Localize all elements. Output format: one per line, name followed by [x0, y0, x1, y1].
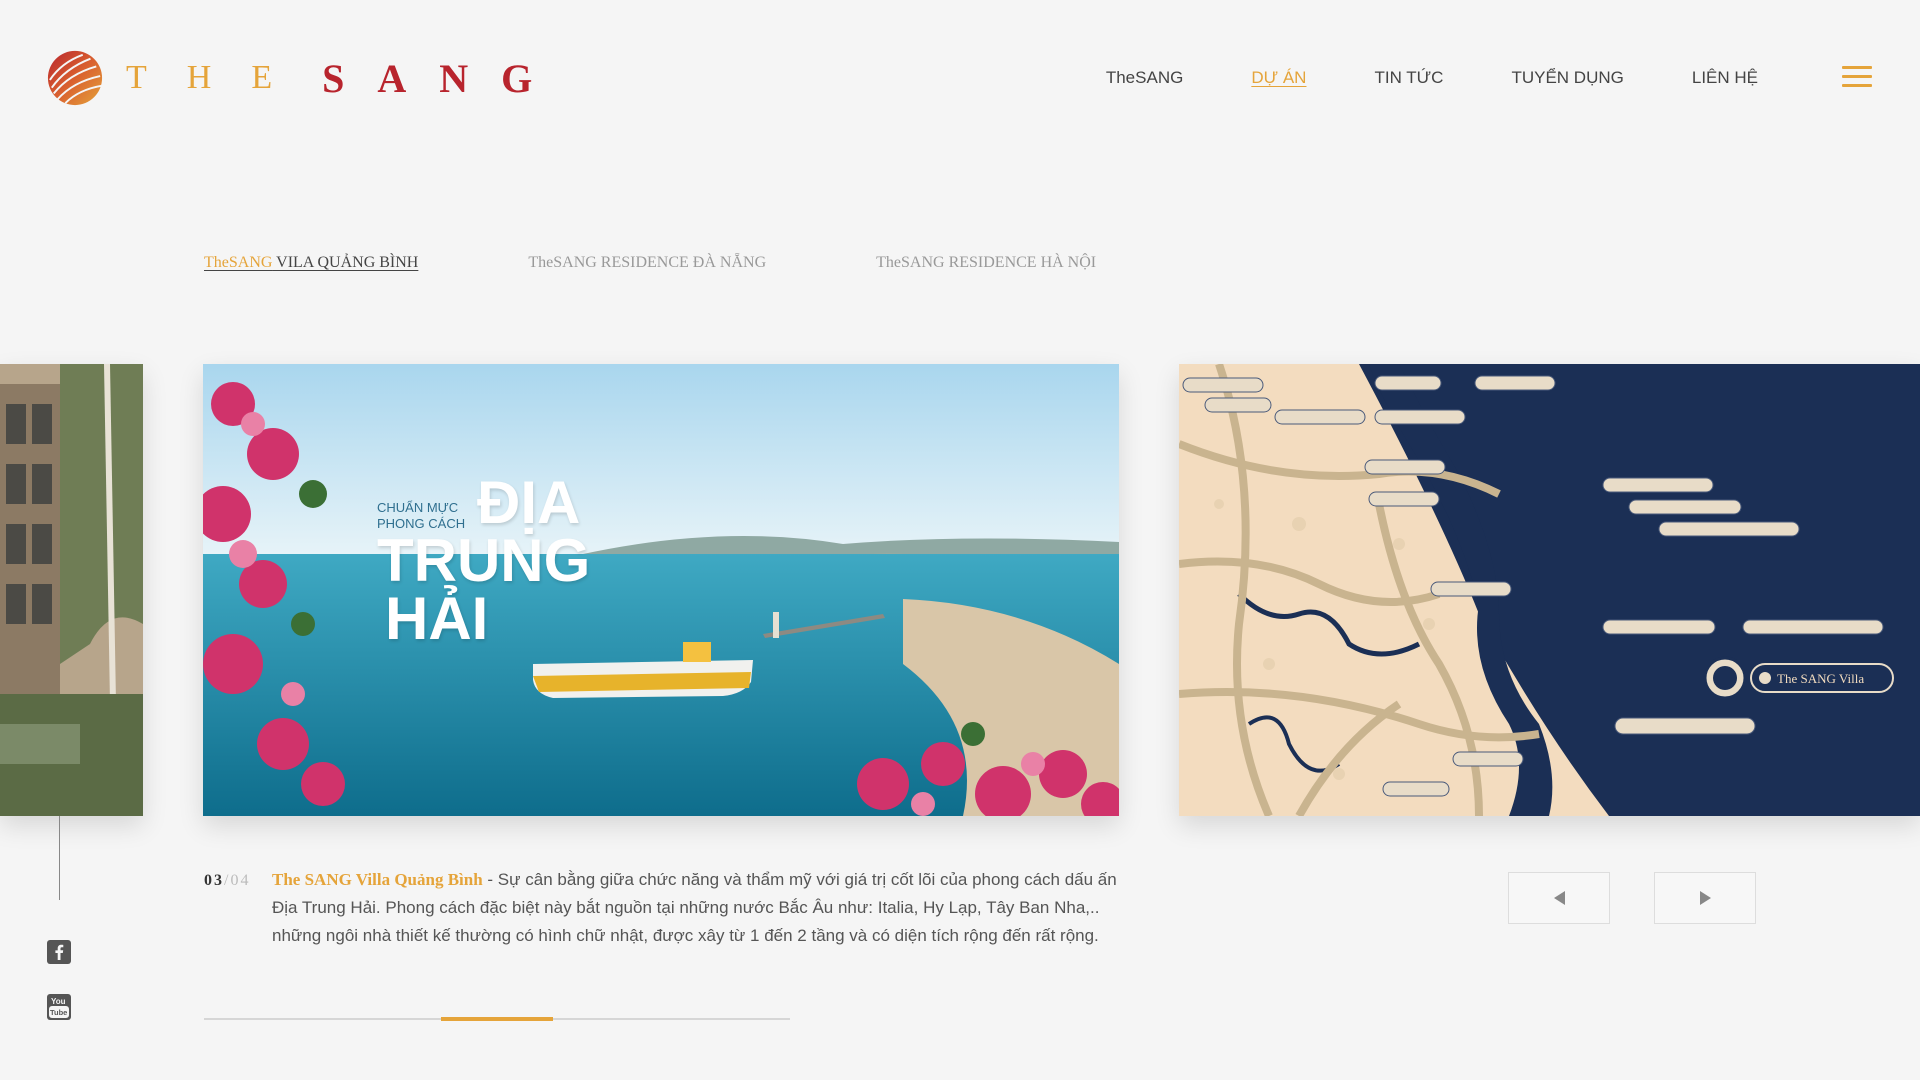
project-tabs: TheSANG VILA QUẢNG BÌNH TheSANG RESIDENC… [204, 254, 1206, 272]
facebook-icon[interactable] [47, 940, 71, 964]
logo[interactable]: THE SANG [46, 48, 565, 108]
slide-progress-fill [441, 1017, 553, 1021]
slide-current: 03 [204, 872, 224, 889]
svg-text:Tube: Tube [50, 1008, 67, 1017]
prev-slide-button[interactable] [1508, 872, 1610, 924]
headline-big-line3: HẢI [385, 585, 489, 652]
nav-item-tuyen-dung[interactable]: TUYỂN DỤNG [1511, 68, 1623, 88]
logo-sun-icon [47, 50, 103, 106]
next-slide-button[interactable] [1654, 872, 1756, 924]
tab-vila-quang-binh[interactable]: TheSANG VILA QUẢNG BÌNH [204, 254, 418, 272]
slide-main-image[interactable]: CHUẨN MỰC PHONG CÁCH ĐỊA TRUNG HẢI [203, 364, 1119, 816]
main-nav: TheSANG DỰ ÁN TIN TỨC TUYỂN DỤNG LIÊN HỆ [1038, 68, 1758, 88]
divider-line [59, 816, 60, 900]
logo-the: THE [126, 59, 313, 96]
slide-counter: 03/04 [204, 872, 250, 890]
slide-total: 04 [230, 872, 251, 889]
youtube-icon[interactable]: You Tube [47, 994, 71, 1020]
headline-big-line2: TRUNG [377, 527, 591, 594]
building-image [0, 364, 143, 816]
slide-previous-image[interactable] [0, 364, 143, 816]
project-description: The SANG Villa Quảng Bình - Sự cân bằng … [272, 866, 1120, 950]
arrow-left-icon [1553, 891, 1565, 905]
nav-item-thesang[interactable]: TheSANG [1106, 68, 1183, 88]
logo-wordmark: THE SANG [126, 55, 565, 102]
slide-progress-bar [204, 1017, 790, 1021]
location-map: The SANG Villa [1179, 364, 1920, 816]
slide-next-map[interactable]: The SANG Villa [1179, 364, 1920, 816]
headline-big: ĐỊA TRUNG HẢI [377, 469, 591, 652]
logo-sang: SANG [322, 55, 566, 101]
tab-residence-da-nang[interactable]: TheSANG RESIDENCE ĐÀ NẴNG [528, 254, 766, 272]
svg-text:You: You [51, 997, 66, 1006]
nav-item-du-an[interactable]: DỰ ÁN [1251, 68, 1306, 88]
nav-item-tin-tuc[interactable]: TIN TỨC [1374, 68, 1443, 88]
hamburger-icon[interactable] [1842, 66, 1872, 88]
tab-label: VILA QUẢNG BÌNH [272, 254, 419, 271]
arrow-right-icon [1699, 891, 1711, 905]
headline-big-line1: ĐỊA [477, 469, 581, 536]
nav-item-lien-he[interactable]: LIÊN HỆ [1692, 68, 1758, 88]
map-villa-label: The SANG Villa [1777, 671, 1864, 686]
project-title[interactable]: The SANG Villa Quảng Bình [272, 870, 483, 889]
tab-residence-ha-noi[interactable]: TheSANG RESIDENCE HÀ NỘI [876, 254, 1096, 272]
tab-brand: TheSANG [204, 254, 273, 271]
mediterranean-image [203, 364, 1119, 816]
